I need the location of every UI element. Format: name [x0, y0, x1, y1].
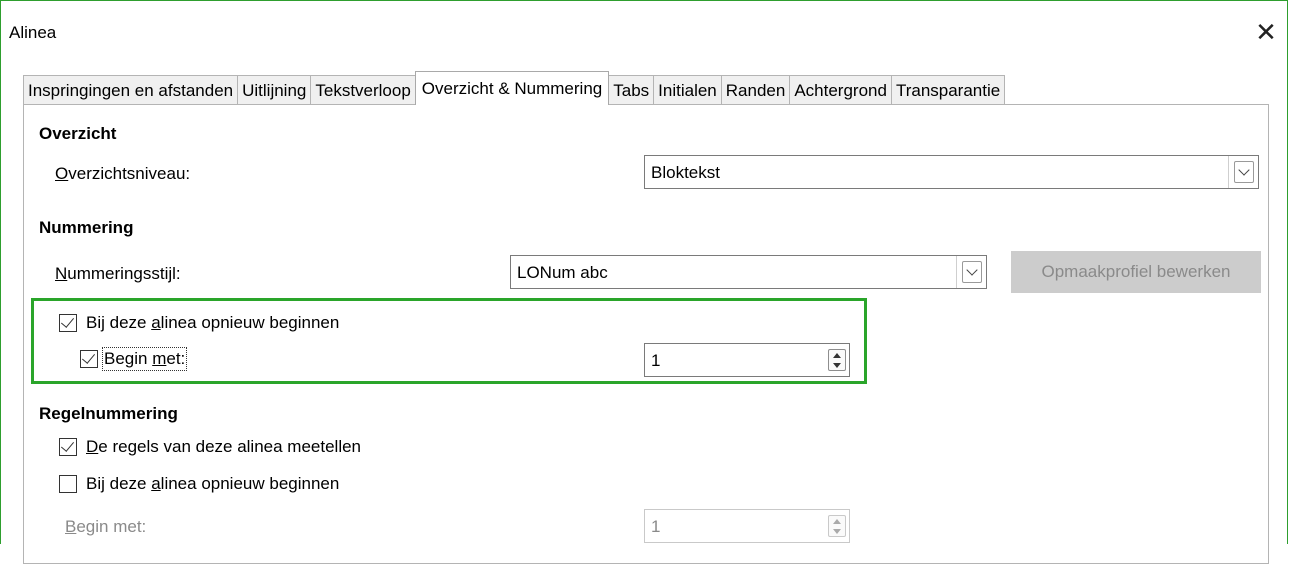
start-with-checkbox[interactable] [80, 350, 98, 368]
outline-level-dropdown-button[interactable] [1228, 156, 1258, 188]
restart-line-numbering-checkbox[interactable] [59, 475, 77, 493]
tab-transparantie[interactable]: Transparantie [890, 75, 1006, 105]
numbering-style-value: LONum abc [517, 263, 608, 282]
outline-level-value: Bloktekst [651, 163, 720, 182]
close-icon: ✕ [1255, 17, 1277, 47]
start-with-label: Begin met: [101, 347, 188, 371]
tab-panel: Overzicht Overzichtsniveau: Bloktekst Nu… [23, 104, 1269, 564]
spin-down-button[interactable] [829, 526, 845, 536]
arrow-up-icon [833, 352, 841, 358]
count-lines-label: De regels van deze alinea meetellen [86, 437, 362, 456]
arrow-up-icon [833, 518, 841, 524]
tab-randen[interactable]: Randen [720, 75, 791, 105]
nummering-heading: Nummering [39, 218, 134, 237]
tab-tekstverloop[interactable]: Tekstverloop [310, 75, 416, 105]
spin-down-button[interactable] [829, 360, 845, 370]
close-button[interactable]: ✕ [1249, 15, 1283, 49]
start-with-spinbox[interactable]: 1 [644, 343, 850, 377]
paragraph-dialog: Alinea ✕ Inspringingen en afstanden Uitl… [0, 0, 1289, 564]
title-bar: Alinea ✕ [1, 1, 1289, 63]
arrow-down-icon [833, 528, 841, 534]
arrow-down-icon [833, 362, 841, 368]
tab-uitlijning[interactable]: Uitlijning [237, 75, 312, 105]
spin-up-button[interactable] [829, 350, 845, 360]
chevron-down-icon [965, 264, 978, 276]
line-start-with-label: Begin met: [65, 517, 147, 536]
tab-overzicht-nummering[interactable]: Overzicht & Nummering [414, 71, 610, 105]
restart-numbering-label: Bij deze alinea opnieuw beginnen [86, 313, 340, 332]
line-start-with-spinbox[interactable]: 1 [644, 509, 850, 543]
count-lines-checkbox[interactable] [59, 438, 77, 456]
tab-tabs[interactable]: Tabs [608, 75, 655, 105]
tab-achtergrond[interactable]: Achtergrond [789, 75, 892, 105]
numbering-style-label: Nummeringsstijl: [55, 264, 181, 283]
tab-initialen[interactable]: Initialen [653, 75, 722, 105]
outline-level-label: Overzichtsniveau: [55, 164, 191, 183]
restart-numbering-checkbox[interactable] [59, 314, 77, 332]
tab-inspringingen[interactable]: Inspringingen en afstanden [23, 75, 239, 105]
line-numbering-heading: Regelnummering [39, 404, 178, 423]
spin-up-button[interactable] [829, 516, 845, 526]
spin-buttons [828, 349, 846, 371]
overzicht-heading: Overzicht [39, 124, 117, 143]
spin-buttons [828, 515, 846, 537]
chevron-down-icon [1237, 164, 1250, 176]
restart-line-numbering-label: Bij deze alinea opnieuw beginnen [86, 474, 340, 493]
outline-level-select[interactable]: Bloktekst [644, 155, 1259, 189]
numbering-style-select[interactable]: LONum abc [510, 255, 987, 289]
line-start-with-value: 1 [651, 517, 661, 536]
edit-style-button[interactable]: Opmaakprofiel bewerken [1011, 251, 1261, 293]
tab-bar: Inspringingen en afstanden Uitlijning Te… [23, 71, 1006, 105]
numbering-style-dropdown-button[interactable] [956, 256, 986, 288]
dialog-title: Alinea [9, 23, 57, 42]
start-with-value: 1 [651, 351, 661, 370]
